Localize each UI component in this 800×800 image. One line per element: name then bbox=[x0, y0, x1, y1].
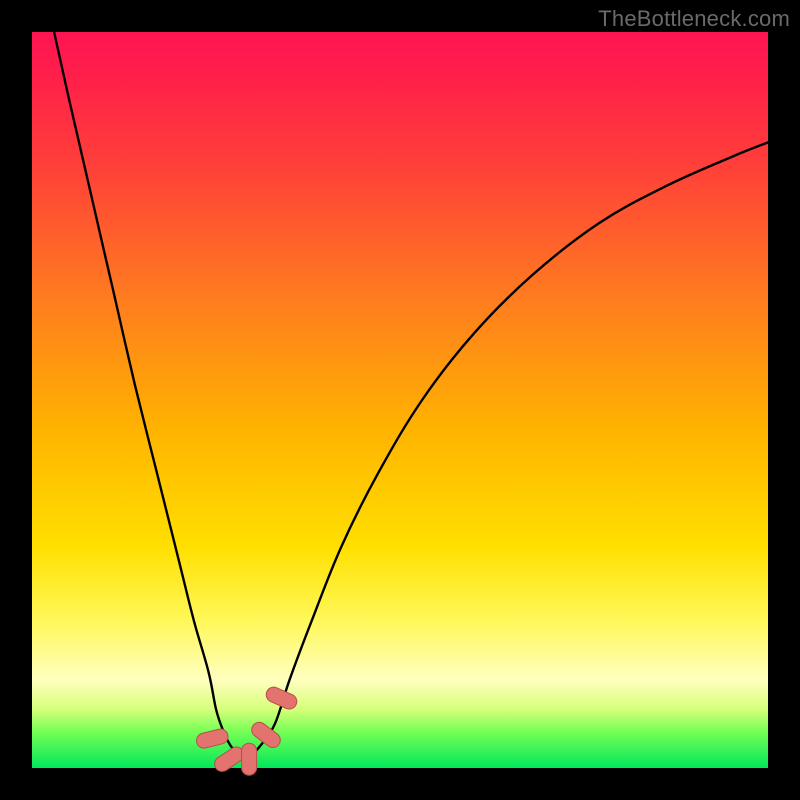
curve-svg bbox=[32, 32, 768, 768]
bottleneck-curve bbox=[54, 32, 768, 757]
marker-flat-mid-r bbox=[242, 743, 257, 775]
marker-flat-left bbox=[195, 727, 230, 749]
flat-markers bbox=[195, 685, 299, 775]
watermark-text: TheBottleneck.com bbox=[598, 6, 790, 32]
plot-area bbox=[32, 32, 768, 768]
chart-frame: TheBottleneck.com bbox=[0, 0, 800, 800]
